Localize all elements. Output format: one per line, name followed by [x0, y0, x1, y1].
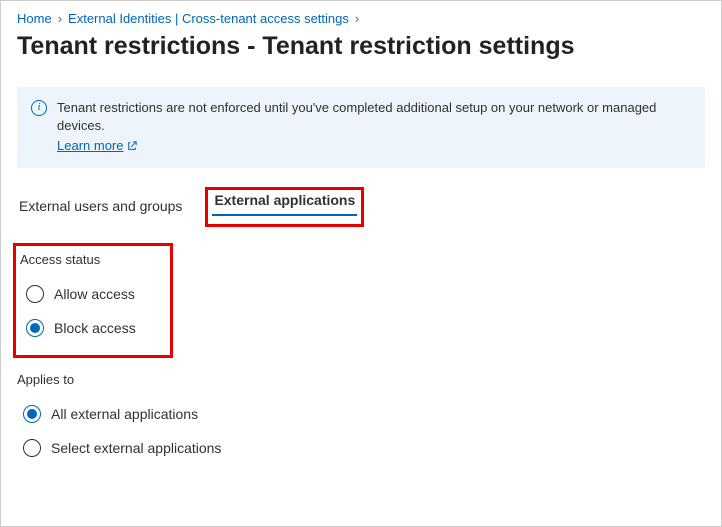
radio-icon	[23, 439, 41, 457]
radio-all-external-applications[interactable]: All external applications	[17, 397, 705, 431]
breadcrumb: Home › External Identities | Cross-tenan…	[17, 11, 705, 26]
info-banner: i Tenant restrictions are not enforced u…	[17, 87, 705, 168]
radio-icon	[26, 319, 44, 337]
highlight-external-applications-tab: External applications	[205, 187, 364, 227]
applies-to-label: Applies to	[17, 372, 705, 387]
info-banner-message: Tenant restrictions are not enforced unt…	[57, 100, 656, 133]
radio-icon	[26, 285, 44, 303]
external-link-icon	[127, 141, 137, 151]
tab-external-users-groups[interactable]: External users and groups	[17, 192, 184, 222]
radio-select-external-applications[interactable]: Select external applications	[17, 431, 705, 465]
highlight-access-status: Access status Allow access Block access	[13, 243, 173, 358]
chevron-right-icon: ›	[355, 11, 359, 26]
radio-allow-access-label: Allow access	[54, 286, 135, 302]
radio-select-external-applications-label: Select external applications	[51, 440, 221, 456]
learn-more-link[interactable]: Learn more	[57, 137, 137, 155]
access-status-label: Access status	[20, 252, 160, 267]
radio-icon	[23, 405, 41, 423]
radio-all-external-applications-label: All external applications	[51, 406, 198, 422]
breadcrumb-home[interactable]: Home	[17, 11, 52, 26]
radio-block-access-label: Block access	[54, 320, 136, 336]
tab-external-applications[interactable]: External applications	[212, 186, 357, 216]
radio-allow-access[interactable]: Allow access	[20, 277, 160, 311]
info-icon: i	[31, 100, 47, 116]
learn-more-label: Learn more	[57, 137, 123, 155]
page-title: Tenant restrictions - Tenant restriction…	[17, 32, 705, 61]
tabs: External users and groups External appli…	[17, 192, 705, 223]
breadcrumb-external-identities[interactable]: External Identities | Cross-tenant acces…	[68, 11, 349, 26]
chevron-right-icon: ›	[58, 11, 62, 26]
radio-block-access[interactable]: Block access	[20, 311, 160, 345]
